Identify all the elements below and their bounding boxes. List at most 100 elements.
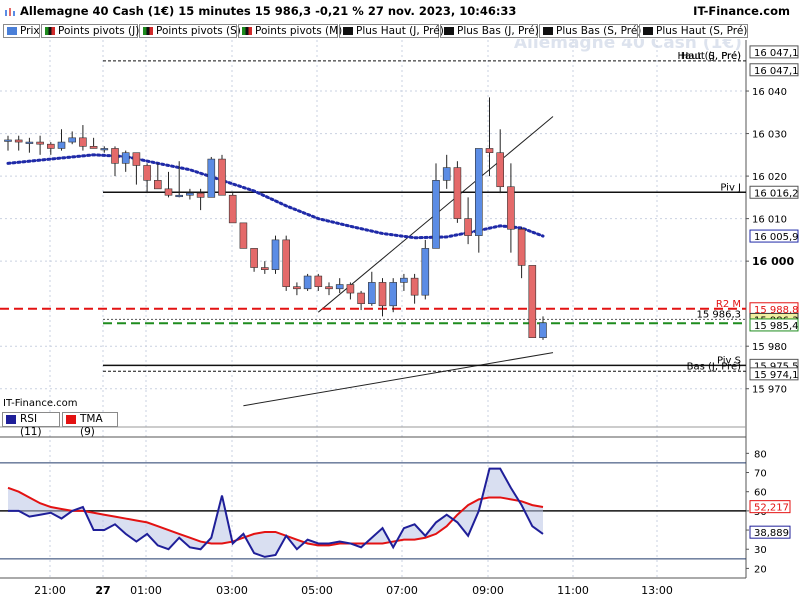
legend-bar: Prix Points pivots (J) Points pivots (S)… [0, 22, 800, 39]
candle-body [175, 194, 183, 198]
price-tick-label: 16 020 [752, 172, 787, 183]
time-tick-label: 09:00 [472, 584, 504, 597]
time-tick-label: 07:00 [386, 584, 418, 597]
candle-body [218, 158, 226, 196]
candle-body [378, 282, 387, 307]
price-tick-label: 16 010 [752, 215, 787, 226]
candle-body [357, 292, 365, 304]
candle-body [89, 146, 98, 149]
time-tick-label: 03:00 [216, 584, 248, 597]
candle-body [4, 139, 12, 142]
legend-item-pivots-s[interactable]: Points pivots (S) [139, 24, 241, 38]
candle-body [239, 222, 248, 249]
candle-body [517, 228, 526, 266]
price-tick-label: 15 980 [752, 342, 787, 353]
chart-canvas: Allemagne 40 Cash (1€)Haut (S, Pré)Haut … [0, 33, 799, 597]
candle-body [335, 284, 344, 290]
legend-swatch [343, 27, 353, 35]
level-value-label: 16 016,2 [754, 188, 799, 199]
candle-body [111, 148, 119, 164]
trend-line [243, 352, 554, 407]
rsi-value-label: 38,889 [754, 528, 789, 539]
candle-body [539, 322, 547, 339]
legend-swatch [242, 27, 252, 35]
candle-body [303, 275, 312, 290]
legend-item-plus-bas-s[interactable]: Plus Bas (S, Pré) [539, 24, 642, 38]
candle-body [314, 275, 323, 287]
legend-label: Plus Haut (S, Pré) [656, 25, 748, 37]
legend-swatch [66, 415, 76, 424]
legend-swatch [643, 27, 653, 35]
legend-label: Plus Bas (S, Pré) [556, 25, 642, 37]
candle-body [346, 284, 355, 294]
candle-body [474, 148, 483, 236]
level-value-label: 15 985,4 [754, 321, 799, 332]
legend-item-pivots-j[interactable]: Points pivots (J) [41, 24, 140, 38]
chart-icon [5, 8, 15, 16]
candle-body [367, 282, 376, 304]
legend-label: Prix [20, 25, 40, 37]
legend-item-prix[interactable]: Prix [3, 24, 40, 38]
candle-body [442, 167, 451, 181]
rsi-tick-label: 30 [754, 545, 767, 556]
candle-body [25, 141, 34, 144]
time-tick-label: 21:00 [34, 584, 66, 597]
candle-body [453, 167, 462, 219]
legend-item-plus-bas-j[interactable]: Plus Bas (J, Pré) [440, 24, 539, 38]
candle-body [271, 239, 280, 270]
site-name[interactable]: IT-Finance.com [693, 4, 790, 18]
candle-body [154, 180, 162, 190]
candle-body [207, 158, 216, 198]
candle-body [464, 218, 472, 236]
candle-body [389, 282, 398, 307]
legend-item-plus-haut-j[interactable]: Plus Haut (J, Pré) [339, 24, 444, 38]
rsi-tick-label: 70 [754, 469, 767, 480]
legend-item-plus-haut-s[interactable]: Plus Haut (S, Pré) [639, 24, 748, 38]
legend-label: Plus Bas (J, Pré) [457, 25, 539, 37]
legend-label: Points pivots (J) [58, 25, 140, 37]
level-name-label: Bas (J, Pré) [687, 360, 741, 372]
time-tick-label: 13:00 [641, 584, 673, 597]
price-tick-label: 15 970 [752, 385, 787, 396]
candle-body [400, 277, 408, 283]
candle-body [46, 143, 55, 149]
candle-body [325, 286, 333, 290]
legend-swatch [143, 27, 153, 35]
rsi-legend-item[interactable]: RSI (11) [2, 412, 60, 438]
candle-body [282, 239, 291, 287]
price-tick-label: 16 000 [752, 255, 794, 268]
candle-body [528, 265, 537, 339]
candle-body [79, 137, 87, 147]
ma-value-label: 16 005,9 [754, 232, 799, 243]
legend-swatch [6, 415, 16, 424]
chart-title: Allemagne 40 Cash (1€) 15 minutes 15 986… [20, 4, 517, 18]
time-tick-label: 27 [95, 584, 110, 597]
price-tick-label: 16 040 [752, 87, 787, 98]
level-name-label: R2 M [716, 299, 741, 310]
level-name-label: 15 986,3 [696, 309, 741, 320]
candle-body [293, 286, 301, 290]
time-tick-label: 05:00 [301, 584, 333, 597]
candle-body [250, 248, 258, 268]
candle-body [132, 152, 141, 166]
legend-label: Plus Haut (J, Pré) [356, 25, 444, 37]
candle-body [100, 148, 109, 151]
level-value-label: 16 047,1 [754, 48, 799, 59]
candle-body [432, 180, 440, 249]
candle-body [485, 148, 494, 154]
level-value-label: 16 047,1 [754, 66, 799, 77]
candle-body [496, 152, 505, 188]
legend-swatch [45, 27, 55, 35]
candle-body [164, 188, 173, 196]
legend-item-pivots-m[interactable]: Points pivots (M) [238, 24, 342, 38]
candle-body [260, 267, 269, 270]
tma-legend-item[interactable]: TMA (9) [62, 412, 118, 438]
level-value-label: 15 974,1 [754, 370, 799, 381]
rsi-tick-label: 80 [754, 449, 767, 460]
candle-body [68, 137, 76, 143]
candle-body [57, 141, 66, 149]
candle-body [228, 194, 237, 224]
time-tick-label: 01:00 [130, 584, 162, 597]
candle-body [121, 152, 130, 164]
candle-body [507, 186, 515, 230]
